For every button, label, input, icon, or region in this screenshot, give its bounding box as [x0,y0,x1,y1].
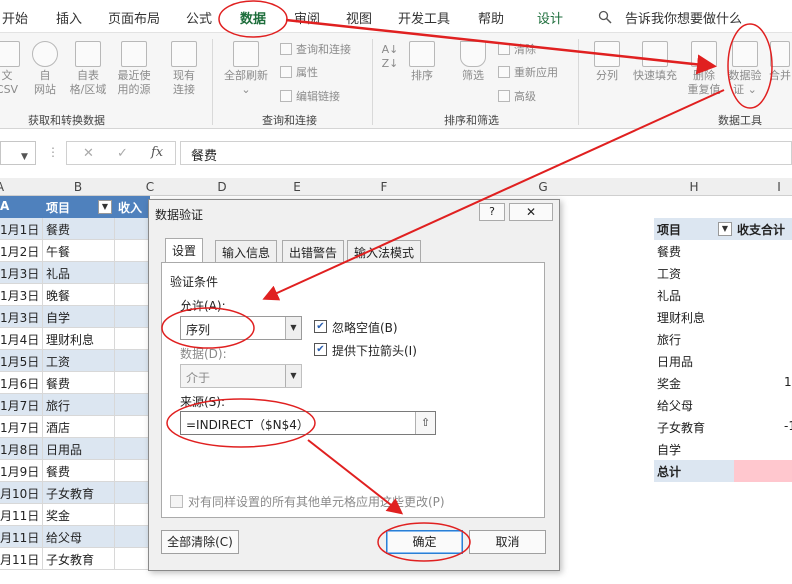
annotation-ellipse-allow [161,307,255,349]
annotation-ellipse-data-tab [218,0,288,38]
annotation-ellipse-ok [377,522,471,562]
annotation-arrow-to-ok [307,439,404,515]
annotation-ellipse-source [166,398,316,448]
annotation-ellipse-validation [727,23,773,109]
annotation-overlay [161,0,773,562]
annotation-arrow-to-allow [262,89,725,301]
annotation-arrow-to-validation [285,18,717,75]
